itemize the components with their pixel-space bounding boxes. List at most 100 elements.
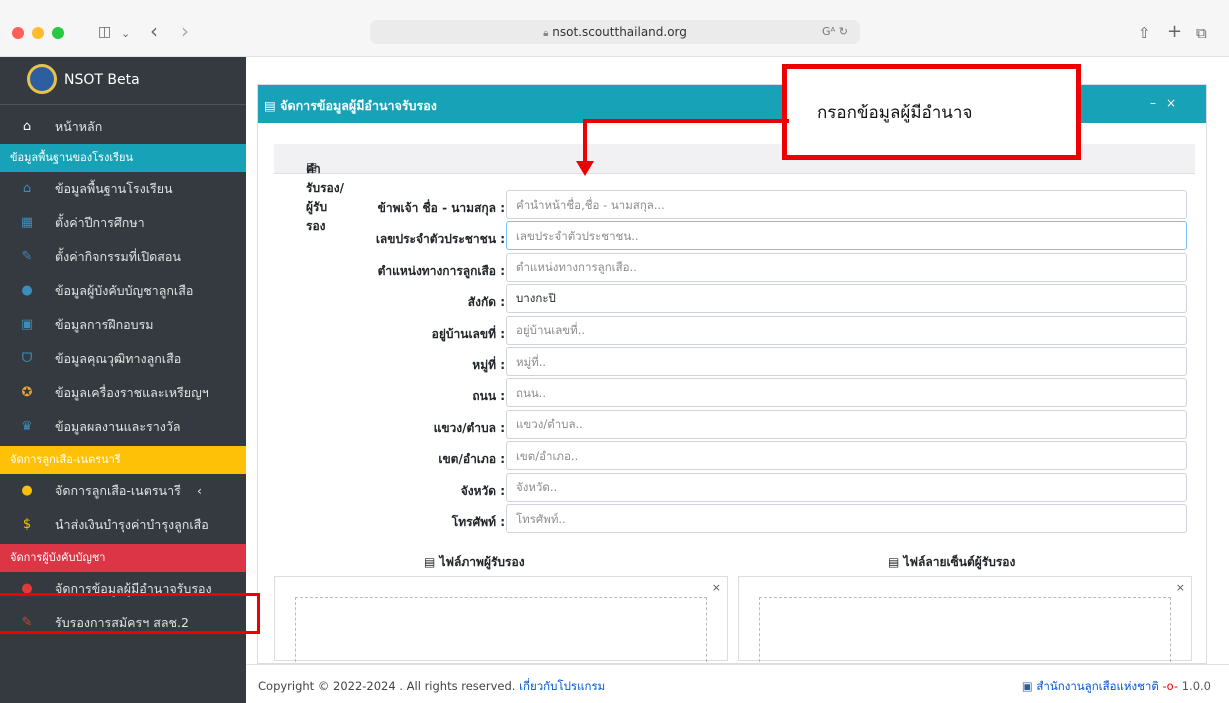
form-row: ถนน : — [290, 378, 1190, 409]
signature-file-title: ไฟล์ลายเซ็นต์ผู้รับรอง — [903, 555, 1016, 569]
scout-logo — [27, 64, 57, 94]
scouts-icon: ● — [21, 483, 33, 498]
copyright-text: Copyright © 2022-2024 . All rights reser… — [258, 679, 520, 693]
form-field-2[interactable] — [506, 252, 1187, 282]
money-icon: $ — [22, 517, 32, 532]
sidebar-item-label: ข้อมูลคุณวุฒิทางลูกเสือ — [55, 351, 182, 366]
address-bar[interactable]: 🔒︎ nsot.scoutthailand.org Gᴬ ↻ — [370, 20, 860, 44]
dropzone-area[interactable] — [295, 597, 707, 667]
close-icon[interactable]: × — [1166, 96, 1186, 110]
field-label: ข้าพเจ้า ชื่อ - นามสกุล : — [377, 201, 505, 215]
translate-reload: Gᴬ ↻ — [822, 20, 848, 44]
browser-toolbar: ◫ ⌄ ‹ › 🔒︎ nsot.scoutthailand.org Gᴬ ↻ ⇧… — [0, 0, 1229, 57]
form-field-0[interactable] — [506, 190, 1187, 219]
minimize-icon[interactable]: – — [1150, 96, 1166, 110]
remove-photo-icon[interactable]: × — [712, 581, 721, 594]
sidebar-item-home[interactable]: ⌂ หน้าหลัก — [0, 110, 246, 144]
form-icon: ▤ — [264, 98, 281, 113]
sidebar-item-items1-1[interactable]: ▦ ตั้งค่าปีการศึกษา — [0, 206, 246, 240]
medal-icon: ᗜ — [21, 351, 33, 366]
lock-icon: 🔒︎ — [543, 28, 549, 39]
version-icon: -o- — [1162, 679, 1179, 693]
url-text: nsot.scoutthailand.org — [552, 25, 687, 39]
sidebar-item-items1-4[interactable]: ▣ ข้อมูลการฝึกอบรม — [0, 308, 246, 342]
sidebar-item-label: จัดการลูกเสือ-เนตรนารี — [55, 483, 181, 498]
trophy-icon: ♛ — [21, 419, 33, 434]
id-card-icon: ▣ — [20, 317, 34, 332]
version-text: 1.0.0 — [1181, 679, 1211, 693]
forward-icon[interactable]: › — [181, 19, 189, 43]
field-label: หมู่ที่ : — [472, 358, 505, 372]
annotation-arrow-head — [576, 161, 594, 176]
form-field-4[interactable] — [506, 315, 1187, 345]
form-field-7[interactable] — [506, 409, 1187, 439]
calendar-icon: ▦ — [20, 215, 34, 230]
new-tab-icon[interactable]: + — [1167, 21, 1182, 42]
field-label: โทรศัพท์ : — [451, 515, 505, 529]
reload-icon[interactable]: ↻ — [839, 25, 848, 38]
form-field-6[interactable] — [506, 378, 1187, 408]
form-row: ตำแหน่งทางการลูกเสือ : — [290, 252, 1190, 284]
photo-file-title-wrap: ▤ ไฟล์ภาพผู้รับรอง — [424, 553, 525, 572]
field-label: อยู่บ้านเลขที่ : — [431, 326, 505, 341]
form-row: โทรศัพท์ : — [290, 504, 1190, 535]
sidebar-item-label: ข้อมูลการฝึกอบรม — [55, 317, 154, 332]
field-label: เลขประจำตัวประชาชน : — [375, 232, 505, 247]
brand-title: NSOT Beta — [64, 72, 140, 88]
remove-signature-icon[interactable]: × — [1176, 581, 1185, 594]
chevron-left-icon[interactable]: ‹ — [197, 474, 202, 508]
sidebar-item-label: ข้อมูลผลงานและรางวัล — [55, 419, 181, 434]
form-field-8[interactable] — [506, 441, 1187, 471]
file-icon: ▤ — [888, 555, 904, 569]
sidebar-item-items1-5[interactable]: ᗜ ข้อมูลคุณวุฒิทางลูกเสือ — [0, 342, 246, 376]
form-row: หมู่ที่ : — [290, 347, 1190, 378]
back-icon[interactable]: ‹ — [150, 19, 158, 43]
card-tools: –× — [1150, 96, 1186, 110]
form-row: แขวง/ตำบล : — [290, 409, 1190, 441]
field-label: เขต/อำเภอ : — [438, 452, 505, 467]
chevron-down-icon[interactable]: ⌄ — [121, 27, 130, 40]
field-label: สังกัด : — [467, 295, 505, 310]
translate-icon[interactable]: Gᴬ — [822, 25, 835, 38]
form-row: เลขประจำตัวประชาชน : — [290, 221, 1190, 252]
close-window-button[interactable] — [12, 27, 24, 39]
sidebar-item-label: ตั้งค่ากิจกรรมที่เปิดสอน — [55, 249, 181, 264]
award-icon: ✪ — [21, 385, 33, 400]
sidebar-item-items1-0[interactable]: ⌂ ข้อมูลพื้นฐานโรงเรียน — [0, 172, 246, 206]
form-field-3[interactable] — [506, 284, 1187, 314]
sidebar-item-items1-7[interactable]: ♛ ข้อมูลผลงานและรางวัล — [0, 410, 246, 444]
minimize-window-button[interactable] — [32, 27, 44, 39]
highlight-box — [0, 593, 260, 634]
tab-overview-icon[interactable]: ⧉ — [1196, 24, 1207, 42]
sidebar-item-items1-6[interactable]: ✪ ข้อมูลเครื่องราชและเหรียญฯ — [0, 376, 246, 410]
sidebar-item-label: ข้อมูลพื้นฐานโรงเรียน — [55, 181, 173, 196]
annotation-arrow-line — [583, 119, 789, 123]
field-label: จังหวัด : — [460, 483, 505, 498]
about-link[interactable]: เกี่ยวกับโปรแกรม — [519, 679, 605, 693]
photo-dropzone[interactable]: × — [274, 576, 728, 667]
dropzone-area[interactable] — [759, 597, 1171, 667]
sidebar-item-items2-1[interactable]: $ นำส่งเงินบำรุงค่าบำรุงลูกเสือ — [0, 508, 246, 542]
form-field-9[interactable] — [506, 472, 1187, 502]
sidebar-item-items1-2[interactable]: ✎ ตั้งค่ากิจกรรมที่เปิดสอน — [0, 240, 246, 274]
field-label: ถนน : — [472, 389, 505, 404]
form-field-1[interactable] — [506, 221, 1187, 251]
sidebar-section-scouts: จัดการลูกเสือ-เนตรนารี — [0, 446, 246, 474]
signature-dropzone[interactable]: × — [738, 576, 1192, 667]
form-row: สังกัด : — [290, 284, 1190, 315]
sidebar-item-label: ข้อมูลเครื่องราชและเหรียญฯ — [55, 385, 209, 400]
users-icon: ● — [21, 283, 33, 298]
signature-file-title-wrap: ▤ ไฟล์ลายเซ็นต์ผู้รับรอง — [888, 553, 1015, 572]
card-title-wrap: ▤ จัดการข้อมูลผู้มีอำนาจรับรอง — [264, 96, 437, 116]
form-row: อยู่บ้านเลขที่ : — [290, 315, 1190, 347]
zoom-window-button[interactable] — [52, 27, 64, 39]
sidebar-item-items2-0[interactable]: ● จัดการลูกเสือ-เนตรนารี ‹ — [0, 474, 246, 508]
sidebar-item-items1-3[interactable]: ● ข้อมูลผู้บังคับบัญชาลูกเสือ — [0, 274, 246, 308]
form-field-5[interactable] — [506, 347, 1187, 376]
share-icon[interactable]: ⇧ — [1138, 24, 1151, 42]
brand[interactable]: NSOT Beta — [0, 57, 246, 105]
sidebar-toggle-icon[interactable]: ◫ — [98, 24, 111, 40]
form-field-10[interactable] — [506, 504, 1187, 533]
org-link[interactable]: สำนักงานลูกเสือแห่งชาติ — [1036, 679, 1158, 693]
annotation-callout: กรอกข้อมูลผู้มีอำนาจ — [782, 64, 1081, 160]
